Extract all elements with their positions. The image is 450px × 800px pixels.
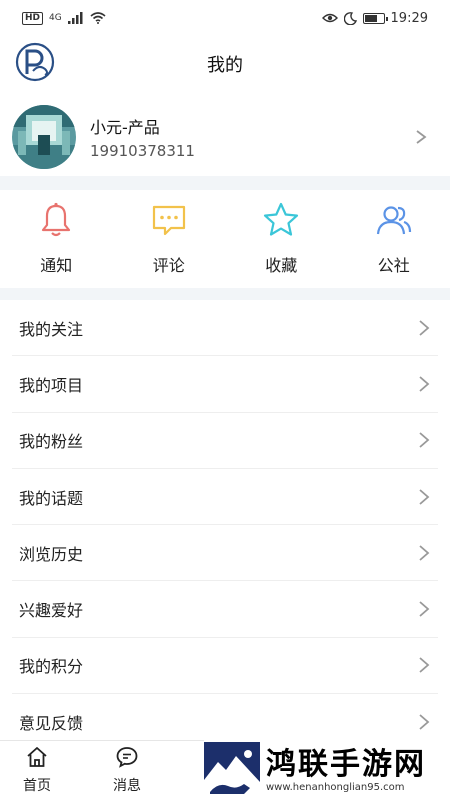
signal-icon <box>67 12 83 24</box>
profile-card[interactable]: 小元-产品 19910378311 <box>0 98 450 176</box>
quick-label-favorite: 收藏 <box>265 256 298 275</box>
quick-item-notify[interactable]: 通知 <box>0 190 113 288</box>
menu-item-points[interactable]: 我的积分 <box>12 638 438 695</box>
wifi-icon <box>90 12 106 24</box>
avatar[interactable] <box>12 105 76 169</box>
quick-item-community[interactable]: 公社 <box>338 190 450 288</box>
avatar-image <box>12 105 76 169</box>
bell-icon <box>42 202 71 237</box>
page-header: 我的 <box>0 38 450 90</box>
chevron-right-icon <box>419 601 430 617</box>
menu-label: 意见反馈 <box>19 713 84 733</box>
tab-label-home: 首页 <box>23 778 51 794</box>
watermark: 鸿联手游网 www.henanhonglian95.com <box>204 740 450 800</box>
menu-item-fans[interactable]: 我的粉丝 <box>12 413 438 469</box>
menu-label: 我的项目 <box>19 375 84 395</box>
chevron-right-icon <box>419 376 430 392</box>
quick-label-comment: 评论 <box>152 256 185 275</box>
menu-label: 我的话题 <box>19 488 84 508</box>
chevron-right-icon <box>419 657 430 674</box>
tab-home[interactable]: 首页 <box>7 745 67 795</box>
quick-actions: 通知 评论 收藏 公社 <box>0 190 450 288</box>
chevron-right-icon[interactable] <box>414 127 428 147</box>
menu-label: 兴趣爱好 <box>19 601 84 621</box>
menu-label: 我的关注 <box>19 319 84 339</box>
page-title: 我的 <box>207 55 243 76</box>
menu-list: 我的关注 我的项目 我的粉丝 我的话题 浏览历史 兴趣爱好 我的积分 意见反馈 <box>12 300 438 751</box>
moon-icon <box>343 11 357 25</box>
watermark-title: 鸿联手游网 <box>266 746 426 782</box>
home-icon <box>27 747 47 767</box>
profile-name: 小元-产品 <box>90 118 160 137</box>
tab-label-messages: 消息 <box>113 778 141 794</box>
section-divider <box>0 176 450 190</box>
quick-label-community: 公社 <box>377 256 410 275</box>
menu-item-interests[interactable]: 兴趣爱好 <box>12 581 438 638</box>
status-bar: HD 4G 19:29 <box>0 0 450 36</box>
chevron-right-icon <box>419 714 430 730</box>
quick-item-comment[interactable]: 评论 <box>113 190 226 288</box>
chevron-right-icon <box>419 432 430 448</box>
tab-messages[interactable]: 消息 <box>97 745 157 795</box>
profile-phone: 19910378311 <box>90 142 195 160</box>
menu-label: 我的积分 <box>19 657 84 677</box>
watermark-text: 鸿联手游网 www.henanhonglian95.com <box>266 746 426 793</box>
menu-item-history[interactable]: 浏览历史 <box>12 525 438 582</box>
chevron-right-icon <box>419 488 430 505</box>
star-icon <box>264 202 299 236</box>
menu-item-topics[interactable]: 我的话题 <box>12 469 438 526</box>
status-left: HD 4G <box>22 11 106 25</box>
status-time: 19:29 <box>390 10 428 26</box>
app-logo-icon[interactable] <box>15 42 55 82</box>
menu-item-following[interactable]: 我的关注 <box>12 300 438 357</box>
comment-icon <box>152 205 185 236</box>
quick-item-favorite[interactable]: 收藏 <box>225 190 338 288</box>
community-icon <box>376 206 411 235</box>
status-right: 19:29 <box>321 10 428 26</box>
network-type: 4G <box>49 13 62 23</box>
chevron-right-icon <box>419 319 430 336</box>
section-divider <box>0 288 450 300</box>
watermark-logo-icon <box>204 742 260 798</box>
watermark-url: www.henanhonglian95.com <box>266 781 405 793</box>
profile-info: 小元-产品 19910378311 <box>90 114 414 160</box>
battery-icon <box>362 12 388 24</box>
hd-badge: HD <box>22 11 44 25</box>
eye-icon <box>321 13 338 23</box>
quick-label-notify: 通知 <box>40 256 73 275</box>
menu-item-projects[interactable]: 我的项目 <box>12 356 438 413</box>
chevron-right-icon <box>419 545 430 561</box>
message-icon <box>116 747 138 768</box>
menu-label: 我的粉丝 <box>19 432 84 452</box>
menu-label: 浏览历史 <box>19 544 84 564</box>
